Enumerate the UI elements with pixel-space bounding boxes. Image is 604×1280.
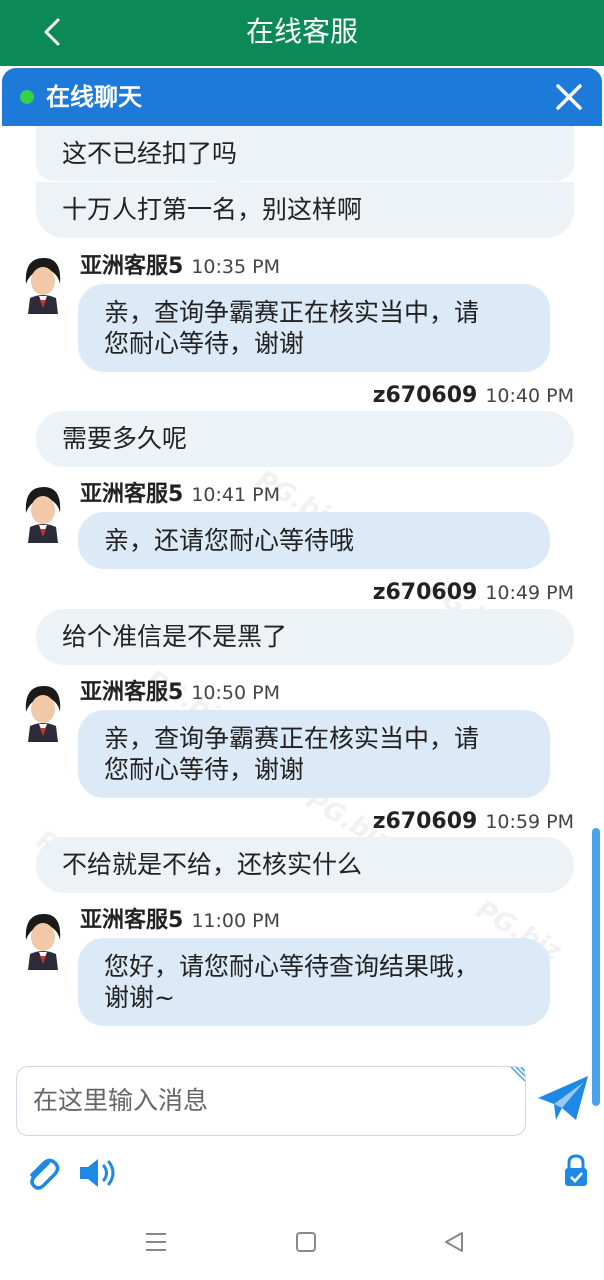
message-time: 10:35 PM [191, 256, 280, 278]
message-meta: 亚洲客服5 10:35 PM [80, 252, 280, 282]
message-line: 您耐心等待，谢谢 [104, 329, 305, 358]
message-line: 您耐心等待，谢谢 [104, 755, 305, 784]
message-line: 您好，请您耐心等待查询结果哦， [104, 952, 480, 981]
message-bubble-sent: 十万人打第一名，别这样啊 [36, 182, 574, 238]
message-bubble-received: 您好，请您耐心等待查询结果哦， 谢谢~ [78, 938, 550, 1026]
message-bubble-sent: 这不已经扣了吗 [36, 126, 574, 181]
chat-panel: 在线聊天 PG.biz PG.biz PG.biz PG.biz PG.biz … [2, 68, 602, 1206]
message-bubble-sent: 给个准信是不是黑了 [36, 609, 574, 665]
chat-title: 在线聊天 [46, 83, 142, 111]
message-time: 10:50 PM [191, 682, 280, 704]
menu-icon[interactable] [144, 1230, 168, 1254]
lock-icon[interactable] [562, 1153, 590, 1189]
message-list[interactable]: PG.biz PG.biz PG.biz PG.biz PG.biz PG.bi… [2, 126, 602, 1106]
paperclip-icon[interactable] [22, 1153, 62, 1193]
message-line: 亲，还请您耐心等待哦 [104, 526, 355, 555]
message-bubble-received: 亲，还请您耐心等待哦 [78, 512, 550, 569]
sender-name: z670609 [372, 580, 478, 605]
message-meta: z670609 10:40 PM [373, 381, 574, 411]
message-meta: z670609 10:49 PM [373, 578, 574, 608]
message-line: 谢谢~ [104, 983, 175, 1012]
sender-name: 亚洲客服5 [80, 254, 184, 279]
agent-avatar [25, 258, 61, 314]
sender-name: z670609 [372, 383, 478, 408]
sender-name: z670609 [372, 809, 478, 834]
system-nav-bar [0, 1208, 604, 1280]
message-time: 11:00 PM [191, 910, 280, 932]
app-header: 在线客服 [0, 0, 604, 66]
sender-name: 亚洲客服5 [80, 908, 184, 933]
online-status-dot [20, 90, 34, 104]
page-title: 在线客服 [245, 15, 358, 48]
sender-name: 亚洲客服5 [80, 680, 184, 705]
agent-avatar [25, 686, 61, 742]
message-meta: 亚洲客服5 10:50 PM [80, 678, 280, 708]
message-time: 10:41 PM [191, 484, 280, 506]
chat-header: 在线聊天 [2, 68, 602, 126]
agent-avatar [25, 914, 61, 970]
message-line: 亲，查询争霸赛正在核实当中，请 [104, 724, 480, 753]
agent-avatar [25, 487, 61, 543]
message-meta: 亚洲客服5 11:00 PM [80, 906, 280, 936]
message-time: 10:40 PM [485, 385, 574, 407]
message-time: 10:49 PM [485, 582, 574, 604]
message-bubble-sent: 需要多久呢 [36, 411, 574, 467]
message-line: 亲，查询争霸赛正在核实当中，请 [104, 298, 480, 327]
sender-name: 亚洲客服5 [80, 482, 184, 507]
message-bubble-sent: 不给就是不给，还核实什么 [36, 837, 574, 893]
message-bubble-received: 亲，查询争霸赛正在核实当中，请 您耐心等待，谢谢 [78, 284, 550, 372]
speaker-icon[interactable] [76, 1153, 122, 1193]
message-time: 10:59 PM [485, 811, 574, 833]
message-meta: 亚洲客服5 10:41 PM [80, 480, 280, 510]
scrollbar[interactable] [592, 828, 600, 1106]
send-icon[interactable] [536, 1074, 590, 1124]
close-icon[interactable] [554, 82, 584, 112]
resize-grip-icon[interactable] [507, 1067, 525, 1085]
message-meta: z670609 10:59 PM [373, 807, 574, 837]
back-triangle-icon[interactable] [442, 1230, 466, 1254]
message-input[interactable]: 在这里输入消息 [16, 1066, 526, 1136]
home-icon[interactable] [294, 1230, 318, 1254]
message-input-placeholder: 在这里输入消息 [33, 1086, 209, 1115]
message-bubble-received: 亲，查询争霸赛正在核实当中，请 您耐心等待，谢谢 [78, 710, 550, 798]
